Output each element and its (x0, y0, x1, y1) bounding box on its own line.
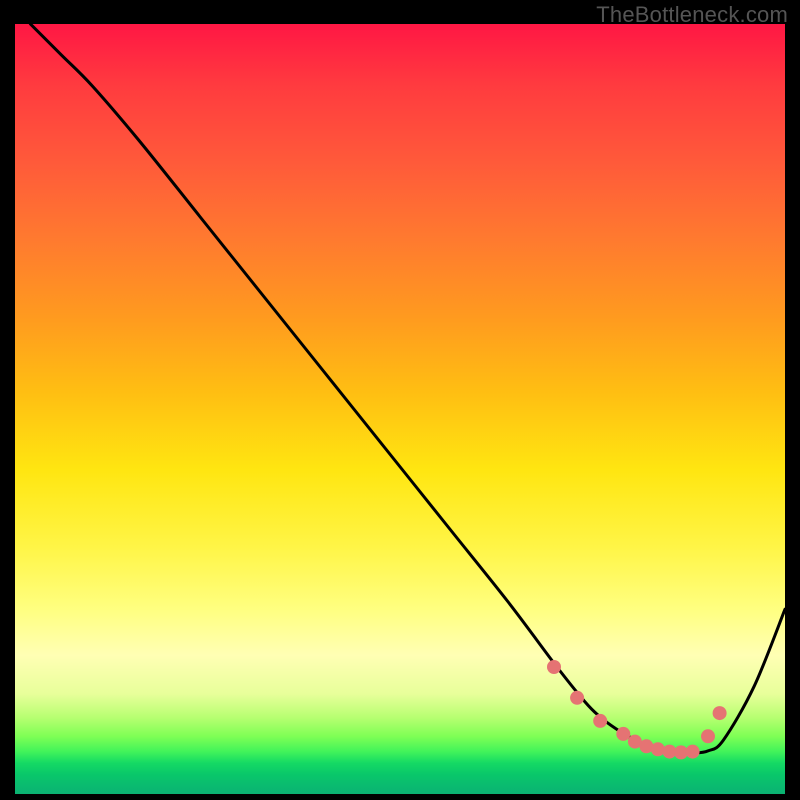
curve-marker (686, 745, 700, 759)
plot-area (15, 24, 785, 794)
curve-marker (713, 706, 727, 720)
curve-marker (651, 742, 665, 756)
chart-stage: TheBottleneck.com (0, 0, 800, 800)
curve-marker (593, 714, 607, 728)
curve-marker (547, 660, 561, 674)
curve-layer (15, 24, 785, 794)
curve-markers (547, 660, 727, 759)
curve-marker (701, 729, 715, 743)
bottleneck-curve (30, 24, 785, 754)
curve-marker (570, 691, 584, 705)
curve-marker (616, 727, 630, 741)
